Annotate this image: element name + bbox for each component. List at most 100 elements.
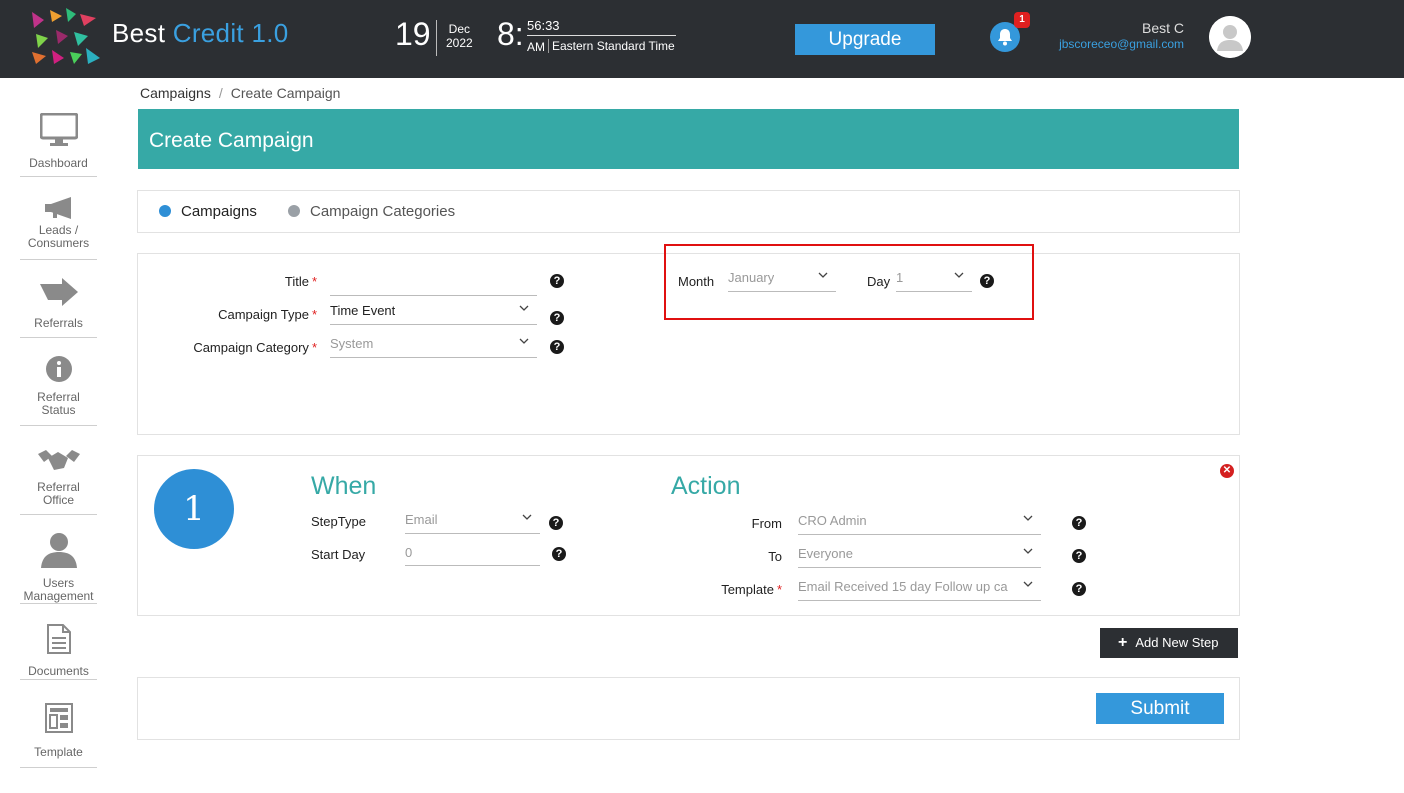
template-select[interactable]: Email Received 15 day Follow up ca — [798, 575, 1041, 601]
notification-count-badge: 1 — [1014, 12, 1030, 28]
template-icon — [44, 703, 73, 733]
tab-label: Campaign Categories — [310, 203, 456, 220]
submit-button[interactable]: Submit — [1096, 693, 1224, 724]
breadcrumb-separator: / — [218, 85, 223, 101]
sidebar-item-label: Leads / Consumers — [27, 223, 90, 250]
time-ampm: AM — [527, 40, 545, 54]
highlight-box — [664, 244, 1034, 320]
brand-accent: Credit 1.0 — [172, 18, 289, 48]
app-logo[interactable] — [30, 8, 102, 64]
time-minutes-seconds: 56:33 — [527, 18, 560, 33]
sidebar-item-label: Documents — [28, 664, 89, 678]
brand-prefix: Best — [112, 18, 166, 48]
tab-label: Campaigns — [181, 203, 257, 220]
sidebar-item-label: Referral Office — [37, 480, 80, 507]
from-value: CRO Admin — [798, 513, 867, 528]
add-new-step-label: Add New Step — [1135, 635, 1219, 650]
info-icon — [45, 356, 72, 382]
date-day: 19 — [395, 16, 431, 52]
start-day-label: Start Day — [311, 547, 366, 562]
title-label: Title * — [284, 274, 317, 289]
campaign-type-label: Campaign Type * — [218, 307, 317, 322]
to-help-icon[interactable]: ? — [1072, 549, 1086, 563]
sidebar-item-dashboard[interactable]: Dashboard — [20, 113, 97, 177]
steptype-help-icon[interactable]: ? — [549, 516, 563, 530]
from-help-icon[interactable]: ? — [1072, 516, 1086, 530]
to-select[interactable]: Everyone — [798, 542, 1041, 568]
sidebar-item-leads-consumers[interactable]: Leads / Consumers — [20, 196, 97, 260]
submit-panel: Submit — [137, 677, 1240, 740]
date-month-year: Dec 2022 — [446, 22, 473, 50]
start-day-input[interactable] — [405, 540, 540, 566]
page-title: Create Campaign — [149, 129, 314, 152]
sidebar: Dashboard Leads / Consumers Referrals Re… — [0, 78, 118, 793]
chevron-down-icon — [519, 338, 529, 344]
app-brand: Best Credit 1.0 — [112, 18, 289, 49]
steptype-select[interactable]: Email — [405, 508, 540, 534]
avatar[interactable] — [1209, 16, 1251, 58]
steptype-value: Email — [405, 512, 438, 527]
from-label: From — [751, 516, 782, 531]
campaign-category-value: System — [330, 336, 374, 351]
campaign-type-select[interactable]: Time Event — [330, 299, 537, 325]
template-value: Email Received 15 day Follow up ca — [798, 579, 1008, 594]
campaign-tabs: Campaigns Campaign Categories — [137, 190, 1240, 233]
from-select[interactable]: CRO Admin — [798, 509, 1041, 535]
arrow-icon — [39, 278, 78, 306]
chevron-down-icon — [1023, 581, 1033, 587]
sidebar-item-label: Dashboard — [29, 156, 88, 170]
campaign-step-1: 1 When StepType Email ? Start Day ? Acti… — [137, 455, 1240, 616]
step-number-badge: 1 — [154, 469, 234, 549]
campaign-category-help-icon[interactable]: ? — [550, 340, 564, 354]
time-divider — [527, 35, 676, 36]
sidebar-item-documents[interactable]: Documents — [20, 623, 97, 680]
monitor-icon — [39, 113, 78, 146]
user-name[interactable]: Best C — [1142, 20, 1184, 36]
sidebar-item-referrals[interactable]: Referrals — [20, 278, 97, 338]
template-help-icon[interactable]: ? — [1072, 582, 1086, 596]
breadcrumb-root[interactable]: Campaigns — [140, 85, 211, 101]
campaign-type-help-icon[interactable]: ? — [550, 311, 564, 325]
chevron-down-icon — [522, 514, 532, 520]
bell-icon — [998, 29, 1012, 46]
add-new-step-button[interactable]: + Add New Step — [1100, 628, 1238, 658]
sidebar-item-label: Referral Status — [37, 390, 80, 417]
sidebar-item-referral-office[interactable]: Referral Office — [20, 448, 97, 515]
campaign-type-value: Time Event — [330, 303, 396, 318]
tab-campaign-categories[interactable]: Campaign Categories — [288, 203, 455, 220]
user-icon — [40, 533, 77, 568]
sidebar-item-label: Referrals — [34, 316, 83, 330]
document-icon — [46, 624, 71, 654]
megaphone-icon — [44, 197, 71, 219]
page-header: Create Campaign — [138, 109, 1239, 169]
tab-active-dot — [159, 205, 171, 217]
sidebar-item-label: Template — [34, 745, 83, 759]
user-avatar-icon — [1209, 16, 1251, 58]
top-bar: Best Credit 1.0 19 Dec 2022 8: 56:33 AM … — [0, 0, 1404, 78]
start-day-help-icon[interactable]: ? — [552, 547, 566, 561]
date-month: Dec — [448, 22, 471, 36]
sidebar-item-referral-status[interactable]: Referral Status — [20, 356, 97, 426]
time-hour: 8: — [497, 16, 524, 52]
campaign-category-select[interactable]: System — [330, 332, 537, 358]
steptype-label: StepType — [311, 514, 366, 529]
title-input[interactable] — [330, 270, 537, 296]
sidebar-item-template[interactable]: Template — [20, 703, 97, 768]
remove-step-close-icon[interactable]: ✕ — [1220, 464, 1234, 478]
when-title: When — [311, 472, 377, 500]
user-email[interactable]: jbscoreceo@gmail.com — [1059, 37, 1184, 51]
to-label: To — [768, 549, 782, 564]
tab-campaigns[interactable]: Campaigns — [159, 203, 257, 220]
title-help-icon[interactable]: ? — [550, 274, 564, 288]
to-value: Everyone — [798, 546, 853, 561]
breadcrumb: Campaigns / Create Campaign — [140, 85, 340, 101]
date-year: 2022 — [446, 36, 473, 50]
chevron-down-icon — [519, 305, 529, 311]
upgrade-button[interactable]: Upgrade — [795, 24, 935, 55]
action-title: Action — [671, 472, 741, 500]
campaign-category-label: Campaign Category * — [193, 340, 317, 355]
breadcrumb-current: Create Campaign — [230, 85, 341, 101]
sidebar-item-users-management[interactable]: Users Management — [20, 532, 97, 604]
chevron-down-icon — [1023, 548, 1033, 554]
sidebar-item-label: Users Management — [23, 576, 94, 603]
